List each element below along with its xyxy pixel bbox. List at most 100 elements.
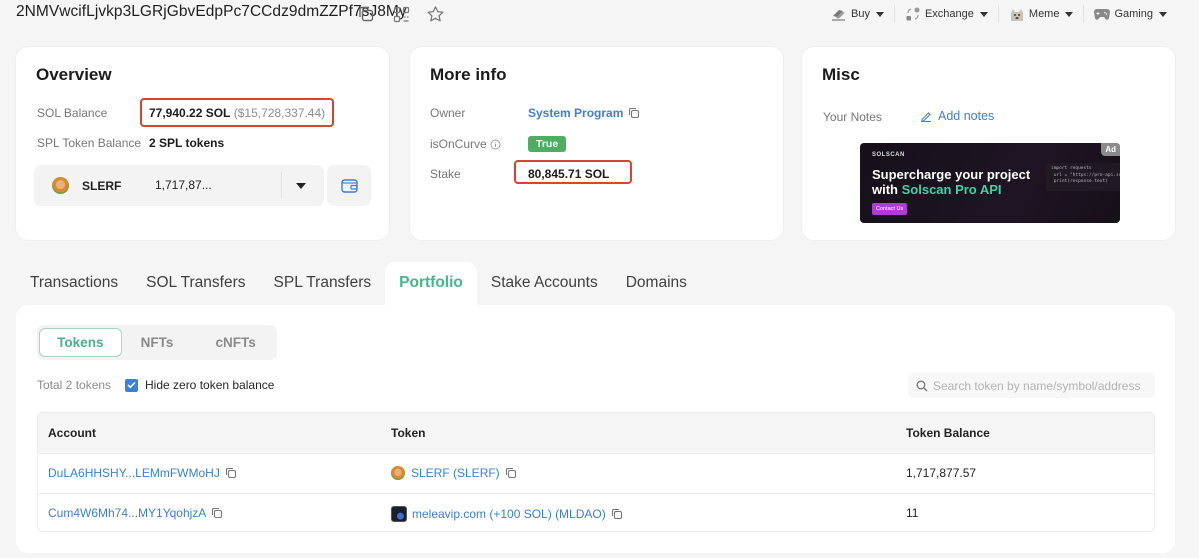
nav-meme[interactable]: Meme <box>997 5 1084 23</box>
column-token: Token <box>391 426 426 440</box>
nav-meme-label: Meme <box>1028 8 1060 20</box>
table-header: Account Token Token Balance <box>38 413 1154 453</box>
nav-exchange-label: Exchange <box>924 8 974 20</box>
tab-portfolio[interactable]: Portfolio <box>385 262 477 306</box>
spl-balance-value: 2 SPL tokens <box>149 136 225 150</box>
tab-domains[interactable]: Domains <box>612 262 701 306</box>
mldao-token-icon <box>391 506 407 522</box>
subtab-tokens[interactable]: Tokens <box>39 328 122 357</box>
gamepad-icon <box>1094 7 1111 21</box>
is-on-curve-badge: True <box>528 136 567 152</box>
column-account: Account <box>48 426 96 440</box>
copy-icon[interactable] <box>505 467 517 479</box>
subtab-nfts[interactable]: NFTs <box>118 328 197 357</box>
account-link[interactable]: Cum4W6Mh74...MY1YqohjzA <box>48 506 206 520</box>
token-search-input[interactable] <box>933 378 1153 393</box>
more-info-card: More info Owner System Program isOnCurve… <box>410 47 783 240</box>
ad-banner[interactable]: SOLSCAN Supercharge your project with So… <box>860 143 1120 223</box>
nav-menus: Buy Exchange Meme Gaming <box>821 5 1177 23</box>
tab-transactions[interactable]: Transactions <box>16 262 132 306</box>
overview-card: Overview SOL Balance 77,940.22 SOL ($15,… <box>16 47 389 240</box>
tab-stake-accounts[interactable]: Stake Accounts <box>477 262 612 306</box>
token-cell: SLERF (SLERF) <box>391 466 517 480</box>
nav-exchange[interactable]: Exchange <box>893 5 998 23</box>
table-row: DuLA6HHSHY...LEMmFWMoHJ SLERF (SLERF) 1,… <box>38 453 1154 493</box>
star-icon[interactable] <box>425 4 445 24</box>
copy-icon[interactable] <box>356 4 376 24</box>
doge-icon <box>1009 7 1025 21</box>
account-cell: DuLA6HHSHY...LEMmFWMoHJ <box>48 466 237 480</box>
chevron-down-icon <box>1159 11 1167 17</box>
ad-code-snippet: import requests url = "https://pro-api.s… <box>1046 163 1120 191</box>
token-cell: meleavip.com (+100 SOL) (MLDAO) <box>391 506 623 522</box>
balance-cell: 1,717,877.57 <box>906 466 977 480</box>
info-icon[interactable] <box>490 139 501 150</box>
search-icon <box>916 380 928 391</box>
chevron-down-icon <box>1065 11 1074 17</box>
nav-gaming[interactable]: Gaming <box>1083 5 1177 23</box>
chevron-down-icon <box>875 11 884 17</box>
slerf-token-icon <box>52 177 69 194</box>
owner-link[interactable]: System Program <box>528 106 623 120</box>
hide-zero-label: Hide zero token balance <box>145 378 275 392</box>
account-link[interactable]: DuLA6HHSHY...LEMmFWMoHJ <box>48 466 220 480</box>
nav-buy-label: Buy <box>851 8 870 20</box>
nav-gaming-label: Gaming <box>1114 8 1153 20</box>
slerf-token-icon <box>391 466 405 480</box>
chevron-down-icon <box>979 11 988 17</box>
token-link[interactable]: SLERF (SLERF) <box>411 466 500 480</box>
misc-card: Misc Your Notes Add notes SOLSCAN Superc… <box>802 47 1175 240</box>
sol-balance-value: 77,940.22 SOL ($15,728,337.44) <box>149 106 325 120</box>
ad-headline-prefix: with <box>872 182 902 197</box>
portfolio-subtabs: Tokens NFTs cNFTs <box>37 325 277 360</box>
stake-value: 80,845.71 SOL <box>528 167 610 181</box>
misc-title: Misc <box>822 65 860 84</box>
token-dropdown-symbol: SLERF <box>82 179 122 193</box>
exchange-icon <box>905 7 921 21</box>
ad-contact-button[interactable]: Contact Us <box>872 203 908 215</box>
account-address: 2NMVwcifLjvkp3LGRjGbvEdpPc7CCdz9dmZZPf7s… <box>16 3 407 20</box>
copy-icon[interactable] <box>225 467 237 479</box>
token-link[interactable]: meleavip.com (+100 SOL) (MLDAO) <box>412 507 606 521</box>
spl-balance-label: SPL Token Balance <box>37 136 142 150</box>
ad-brand: SOLSCAN <box>872 152 905 158</box>
wallet-button[interactable] <box>327 165 371 206</box>
subtab-cnfts[interactable]: cNFTs <box>196 328 275 357</box>
ad-tag: Ad <box>1101 143 1120 156</box>
chevron-down-icon[interactable] <box>296 183 306 189</box>
nav-buy[interactable]: Buy <box>821 5 894 23</box>
checkbox-checked-icon[interactable] <box>125 378 138 392</box>
tab-sol-transfers[interactable]: SOL Transfers <box>132 262 259 306</box>
buy-icon <box>831 7 847 21</box>
total-tokens: Total 2 tokens <box>37 378 112 392</box>
add-notes-label: Add notes <box>938 109 995 123</box>
tokens-table: Account Token Token Balance DuLA6HHSHY..… <box>37 412 1155 532</box>
copy-icon[interactable] <box>628 107 640 119</box>
copy-icon[interactable] <box>611 508 623 520</box>
tab-spl-transfers[interactable]: SPL Transfers <box>260 262 386 306</box>
ad-headline-accent: Solscan Pro API <box>901 182 1002 197</box>
qr-code-icon[interactable] <box>391 4 411 24</box>
token-dropdown[interactable]: SLERF 1,717,87... <box>34 165 324 206</box>
more-info-title: More info <box>430 65 507 84</box>
is-on-curve-text: isOnCurve <box>430 137 487 151</box>
is-on-curve-label: isOnCurve <box>430 137 501 151</box>
owner-value: System Program <box>528 106 640 120</box>
stake-label: Stake <box>430 167 461 181</box>
column-token-balance: Token Balance <box>906 426 990 440</box>
account-tabs: Transactions SOL Transfers SPL Transfers… <box>16 262 701 306</box>
top-bar: 2NMVwcifLjvkp3LGRjGbvEdpPc7CCdz9dmZZPf7s… <box>0 0 1199 28</box>
sol-balance-amount: 77,940.22 SOL <box>149 106 231 120</box>
copy-icon[interactable] <box>211 507 223 519</box>
wallet-icon <box>340 178 358 193</box>
hide-zero-checkbox[interactable]: Hide zero token balance <box>125 378 274 392</box>
add-notes-button[interactable]: Add notes <box>920 109 994 123</box>
table-row: Cum4W6Mh74...MY1YqohjzA meleavip.com (+1… <box>38 493 1154 531</box>
sol-balance-label: SOL Balance <box>37 106 108 120</box>
ad-headline: Supercharge your project with Solscan Pr… <box>872 167 1030 197</box>
overview-title: Overview <box>36 65 112 84</box>
token-dropdown-amount: 1,717,87... <box>155 178 212 192</box>
ad-headline-line1: Supercharge your project <box>872 167 1031 182</box>
token-search[interactable] <box>908 373 1155 398</box>
notes-label: Your Notes <box>823 110 882 124</box>
